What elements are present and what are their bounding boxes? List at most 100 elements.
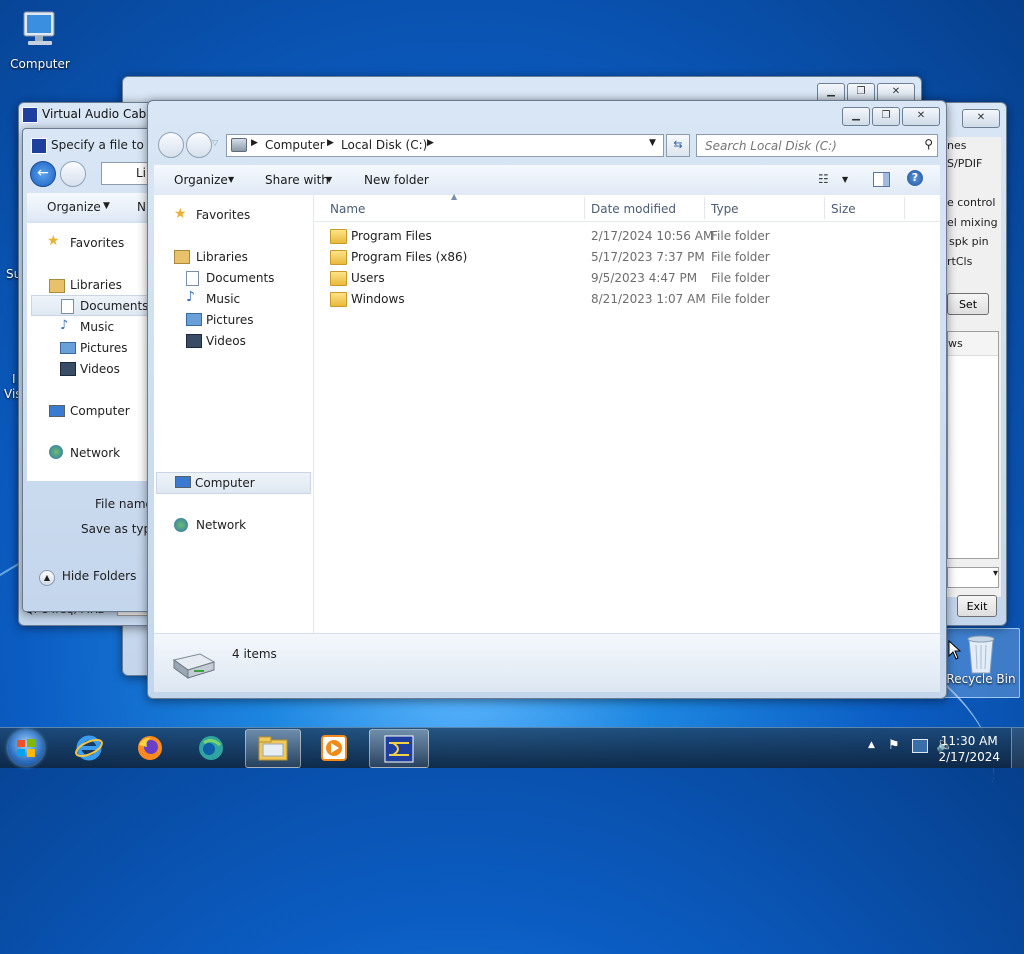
set-button[interactable]: Set <box>947 293 989 315</box>
list-header: ws <box>948 332 998 356</box>
nav-videos[interactable]: Videos <box>80 362 120 376</box>
file-list[interactable]: ▲ Name Date modified Type Size Program F… <box>314 192 940 639</box>
nav-computer[interactable]: Computer <box>70 404 130 418</box>
vac-checkbox-label[interactable]: spk pin <box>949 235 989 248</box>
sort-ascending-icon: ▲ <box>451 192 458 201</box>
close-button[interactable]: ✕ <box>902 107 940 126</box>
vac-dropdown[interactable]: ▾ <box>947 567 999 588</box>
show-desktop-button[interactable] <box>1011 728 1024 768</box>
column-separator[interactable] <box>704 197 705 219</box>
desktop-icon-recycle-bin[interactable]: Recycle Bin <box>942 628 1020 698</box>
table-row[interactable]: Windows 8/21/2023 1:07 AM File folder <box>324 289 930 310</box>
exit-button[interactable]: Exit <box>957 595 997 617</box>
search-icon[interactable]: ⚲ <box>924 137 933 151</box>
nav-pictures[interactable]: Pictures <box>80 341 128 355</box>
forward-button[interactable] <box>186 132 212 158</box>
column-separator[interactable] <box>824 197 825 219</box>
vac-list[interactable]: ws <box>947 331 999 559</box>
chevron-up-icon: ▲ <box>39 570 55 586</box>
column-separator[interactable] <box>904 197 905 219</box>
maximize-button[interactable]: ❐ <box>872 107 900 126</box>
network-tray-icon[interactable] <box>912 739 928 753</box>
save-file-dialog[interactable]: Specify a file to sav ← Li Organize ▼ N … <box>22 128 164 612</box>
navigation-pane[interactable]: ★ Favorites Libraries Documents ♪ Music … <box>154 195 314 639</box>
help-icon[interactable]: ? <box>907 170 923 186</box>
new-folder-button[interactable]: N <box>137 200 146 214</box>
breadcrumb-separator-icon: ▶ <box>251 138 258 148</box>
clipped-desktop-label: I <box>12 372 16 386</box>
nav-libraries[interactable]: Libraries <box>70 278 122 292</box>
column-type[interactable]: Type <box>711 202 739 216</box>
taskbar-virtual-audio-cable[interactable] <box>369 729 429 768</box>
nav-favorites[interactable]: Favorites <box>70 236 124 250</box>
back-button[interactable]: ← <box>30 161 56 187</box>
table-row[interactable]: Program Files 2/17/2024 10:56 AM File fo… <box>324 226 930 247</box>
close-button[interactable]: ✕ <box>962 109 1000 128</box>
clock[interactable]: 11:30 AM 2/17/2024 <box>938 733 1000 765</box>
column-name[interactable]: Name <box>330 202 365 216</box>
taskbar-internet-explorer[interactable] <box>62 729 116 766</box>
nav-videos[interactable]: Videos <box>154 331 311 351</box>
organize-button[interactable]: Organize <box>174 173 228 187</box>
desktop-icon-computer[interactable]: Computer <box>2 10 78 71</box>
nav-libraries[interactable]: Libraries <box>154 247 311 267</box>
nav-label: Videos <box>206 334 246 348</box>
vac-checkbox-label[interactable]: e control <box>947 196 995 209</box>
minimize-button[interactable]: ▁ <box>842 107 870 126</box>
firefox-icon <box>138 736 162 760</box>
table-row[interactable]: Program Files (x86) 5/17/2023 7:37 PM Fi… <box>324 247 930 268</box>
search-box[interactable]: ⚲ <box>696 134 938 157</box>
vac-checkbox-label[interactable]: rtCls <box>947 255 972 268</box>
vac-app-icon <box>22 107 38 123</box>
nav-documents[interactable]: Documents <box>80 299 148 313</box>
file-date: 8/21/2023 1:07 AM <box>591 292 706 306</box>
vac-checkbox-label[interactable]: el mixing <box>947 216 998 229</box>
videos-icon <box>186 334 202 348</box>
nav-network[interactable]: Network <box>154 515 311 535</box>
nav-music[interactable]: ♪ Music <box>154 289 311 309</box>
address-text: Li <box>136 166 147 180</box>
breadcrumb-computer[interactable]: Computer <box>265 138 325 152</box>
refresh-button[interactable]: ⇆ <box>666 134 690 157</box>
file-type: File folder <box>711 292 770 306</box>
nav-computer[interactable]: Computer <box>156 472 311 494</box>
taskbar-edge[interactable] <box>184 729 238 766</box>
address-dropdown-icon[interactable]: ▼ <box>649 138 656 148</box>
address-bar[interactable]: ▶ Computer ▶ Local Disk (C:) ▶ ▼ <box>226 134 664 157</box>
file-date: 5/17/2023 7:37 PM <box>591 250 705 264</box>
taskbar-media-player[interactable] <box>307 729 361 766</box>
table-row[interactable]: Users 9/5/2023 4:47 PM File folder <box>324 268 930 289</box>
taskbar-windows-explorer[interactable] <box>245 729 301 768</box>
column-size[interactable]: Size <box>831 202 856 216</box>
view-options-icon[interactable]: ☷ <box>818 172 829 186</box>
folder-icon <box>330 292 347 307</box>
show-hidden-icons-icon[interactable]: ▲ <box>868 740 875 750</box>
forward-button[interactable] <box>60 161 86 187</box>
taskbar-firefox[interactable] <box>123 729 177 766</box>
nav-documents[interactable]: Documents <box>154 268 311 288</box>
network-icon <box>49 445 63 459</box>
column-date-modified[interactable]: Date modified <box>591 202 676 216</box>
nav-label: Favorites <box>196 208 251 222</box>
share-with-button[interactable]: Share with <box>265 173 329 187</box>
preview-pane-icon[interactable] <box>873 172 890 187</box>
new-folder-button[interactable]: New folder <box>364 173 429 187</box>
column-separator[interactable] <box>584 197 585 219</box>
nav-music[interactable]: Music <box>80 320 114 334</box>
breadcrumb-local-disk[interactable]: Local Disk (C:) <box>341 138 427 152</box>
back-button[interactable] <box>158 132 184 158</box>
documents-icon <box>61 299 74 314</box>
action-center-flag-icon[interactable]: ⚑ <box>888 738 900 753</box>
chevron-down-icon[interactable]: ▼ <box>842 175 848 184</box>
nav-network[interactable]: Network <box>70 446 120 460</box>
search-input[interactable] <box>703 136 917 156</box>
nav-pictures[interactable]: Pictures <box>154 310 311 330</box>
organize-button[interactable]: Organize <box>47 200 101 214</box>
drive-icon <box>231 138 247 152</box>
start-button[interactable] <box>8 730 44 766</box>
recent-pages-chevron-icon[interactable]: ▽ <box>212 138 218 147</box>
libraries-icon <box>174 250 190 264</box>
explorer-window[interactable]: ▁ ❐ ✕ ▽ ▶ Computer ▶ Local Disk (C:) ▶ ▼… <box>147 100 947 699</box>
nav-favorites[interactable]: ★ Favorites <box>154 205 311 225</box>
hide-folders-button[interactable]: ▲ Hide Folders <box>39 569 136 586</box>
